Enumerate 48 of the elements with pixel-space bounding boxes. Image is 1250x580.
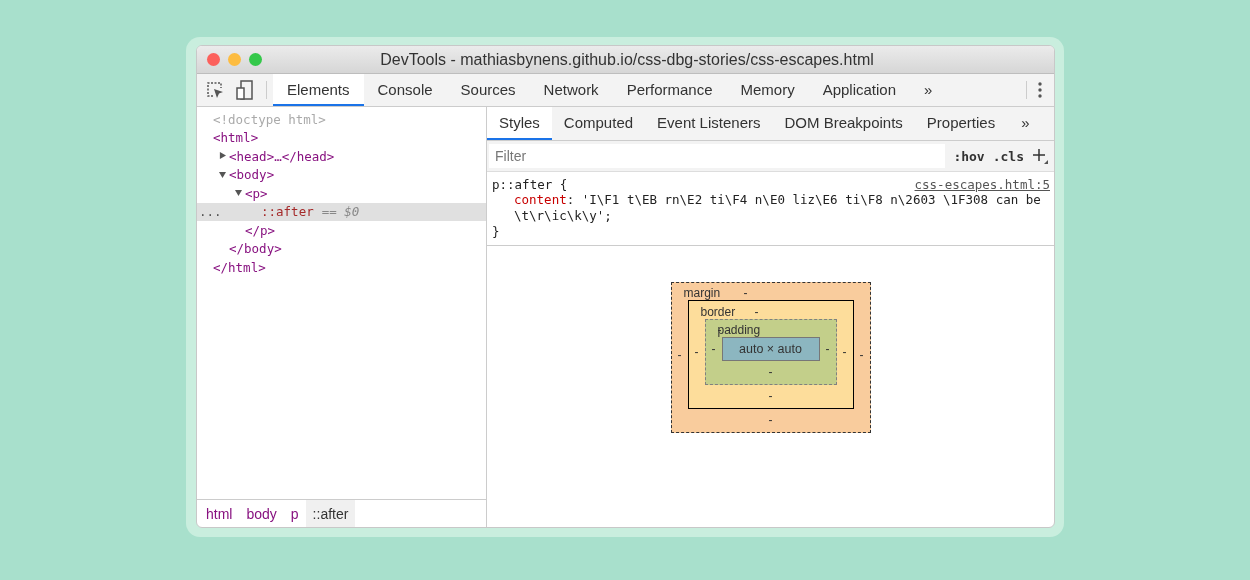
collapsed-triangle-icon[interactable]	[219, 152, 226, 160]
sidebar-tab[interactable]: Styles	[487, 107, 552, 140]
panel-tab[interactable]: Console	[363, 74, 447, 106]
padding-box: padding - - auto × auto - -	[704, 319, 837, 385]
dom-node-marker: ...	[199, 204, 222, 220]
filter-field[interactable]: Filter	[489, 144, 946, 168]
closing-tag: </body>	[229, 241, 282, 257]
inspect-cursor-icon[interactable]	[205, 80, 225, 100]
style-declaration: content: 'I\F1 t\EB rn\E2 ti\F4 n\E0 liz\E6 ti\F8 n\2603 \1F308 can be \t\r\ic\k\y';	[513, 192, 1042, 224]
source-link[interactable]: css-escapes.html:5	[914, 177, 1050, 192]
closing-tag: </p>	[245, 222, 276, 238]
sidebar-tab[interactable]: Event Listeners	[645, 107, 773, 140]
rule-selector: p::after {	[492, 177, 568, 192]
dom-node[interactable]: <head>…</head>	[229, 148, 335, 164]
breadcrumb[interactable]: p	[283, 500, 306, 527]
breadcrumb[interactable]: body	[239, 500, 284, 527]
class-toggle[interactable]: .cls	[992, 148, 1024, 164]
panel-tab[interactable]: Performance	[612, 74, 727, 106]
expanded-triangle-icon[interactable]	[235, 189, 242, 197]
hover-state-toggle[interactable]: :hov	[953, 148, 985, 164]
closing-brace: }	[492, 224, 501, 239]
sidebar-tab[interactable]: Computed	[551, 107, 646, 140]
expanded-triangle-icon[interactable]	[219, 170, 226, 178]
more-tabs-button[interactable]: »	[1007, 107, 1044, 140]
device-toggle-icon[interactable]	[235, 80, 255, 100]
sidebar-tab[interactable]: DOM Breakpoints	[772, 107, 915, 140]
panel-tab[interactable]: Memory	[726, 74, 809, 106]
more-tabs-button[interactable]: »	[910, 74, 947, 106]
dom-node[interactable]: <html>	[213, 130, 259, 146]
window-title: DevTools - mathiasbynens.github.io/css-dbg-stories/css-escapes.html	[379, 50, 875, 69]
border-box: border - - padding - - auto × auto - - - -	[687, 300, 854, 409]
doctype-text: <!doctype html>	[213, 111, 326, 127]
margin-box: margin - - border - - padding - - auto × auto - - - - - -	[670, 282, 871, 433]
panel-tab[interactable]: Network	[529, 74, 613, 106]
panel-tab[interactable]: Sources	[446, 74, 530, 106]
dom-node[interactable]: <p>	[245, 185, 268, 201]
pseudo-element-node[interactable]: ::after	[261, 204, 314, 220]
more-options-icon[interactable]	[1038, 82, 1042, 98]
panel-tab[interactable]: Application	[808, 74, 911, 106]
add-rule-icon[interactable]	[1032, 148, 1048, 164]
console-reference: == $0	[321, 204, 360, 220]
panel-tab[interactable]: Elements	[273, 74, 364, 106]
breadcrumb[interactable]: ::after	[305, 500, 356, 527]
dom-node[interactable]: <body>	[229, 167, 275, 183]
breadcrumb[interactable]: html	[199, 500, 240, 527]
content-box: auto × auto	[721, 337, 820, 361]
sidebar-tab[interactable]: Properties	[914, 107, 1008, 140]
closing-tag: </html>	[213, 259, 266, 275]
